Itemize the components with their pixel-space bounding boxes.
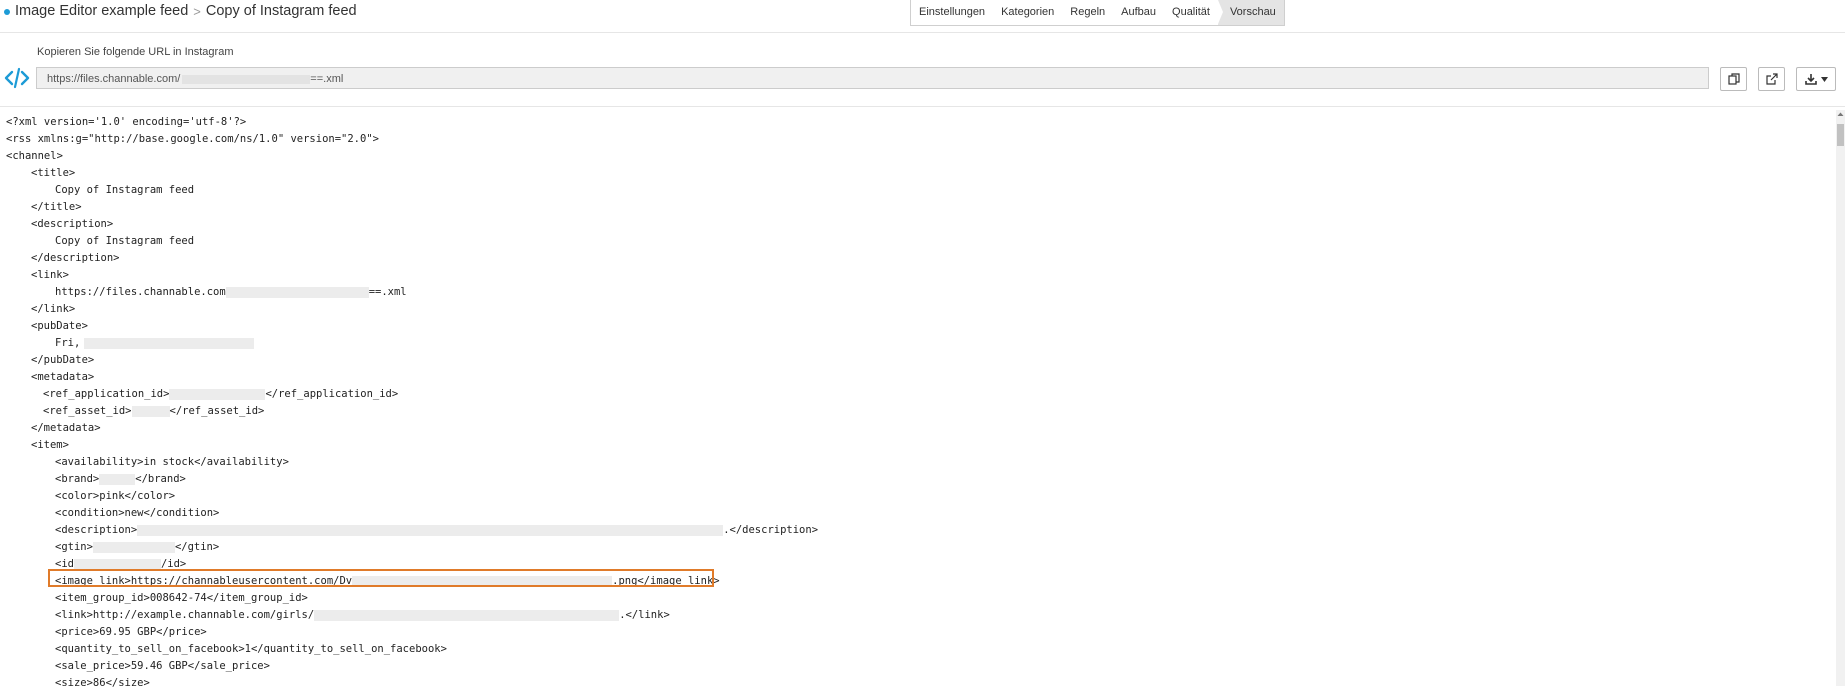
xml-line: <quantity_to_sell_on_facebook>1</quantit… [55,643,447,655]
xml-line: </metadata> [31,422,101,434]
xml-line: https://files.channable.com ==.xml [55,284,407,301]
step-kategorien[interactable]: Kategorien [993,0,1062,25]
chevron-right-icon: > [193,3,201,19]
breadcrumb-current: Copy of Instagram feed [205,3,357,19]
xml-line: </description> [31,252,120,264]
xml-text: <ref_asset_id> [43,405,132,417]
xml-line: <link>http://example.channable.com/girls… [55,607,670,624]
redacted-block [169,388,266,400]
code-icon [4,67,30,89]
step-qualitaet[interactable]: Qualität [1164,0,1223,25]
step-aufbau[interactable]: Aufbau [1113,0,1164,25]
xml-line: Copy of Instagram feed [55,235,195,247]
download-button[interactable] [1796,67,1836,91]
xml-text: <link>http://example.channable.com/girls… [55,609,315,621]
xml-text: ==.xml [368,286,407,298]
xml-text: </gtin> [174,541,220,553]
xml-text: .</description> [723,524,819,536]
open-url-button[interactable] [1758,67,1785,91]
xml-line: <metadata> [31,371,95,383]
redacted-block [99,473,136,485]
redacted-block [84,337,255,349]
external-link-icon [1765,73,1778,85]
scrollbar[interactable] [1836,110,1845,686]
status-dot-icon [4,8,10,15]
xml-line: <item_group_id>008642-74</item_group_id> [55,592,308,604]
divider [0,106,1845,107]
xml-line: Fri, [55,335,255,352]
redacted-block [225,286,369,298]
step-regeln[interactable]: Regeln [1062,0,1113,25]
xml-line: <?xml version='1.0' encoding='utf-8'?> [6,116,247,128]
xml-line: <availability>in stock</availability> [55,456,289,468]
xml-line: Copy of Instagram feed [55,184,195,196]
caret-down-icon [1820,76,1828,82]
xml-line: <rss xmlns:g="http://base.google.com/ns/… [6,133,379,145]
redacted-block [131,405,170,417]
breadcrumb: Image Editor example feed > Copy of Inst… [4,3,357,19]
xml-line: <description> .</description> [55,522,818,539]
xml-text: </ref_asset_id> [169,405,265,417]
xml-line: <condition>new</condition> [55,507,220,519]
redacted-block [182,74,311,84]
xml-text: <description> [55,524,138,536]
xml-line: <size>86</size> [55,677,150,689]
xml-line: <price>69.95 GBP</price> [55,626,207,638]
url-end: ==.xml [310,73,344,85]
step-einstellungen[interactable]: Einstellungen [911,0,993,25]
copy-url-button[interactable] [1720,67,1747,91]
xml-line: <description> [31,218,114,230]
download-icon [1804,74,1817,85]
xml-line: </link> [31,303,76,315]
xml-line: <title> [31,167,76,179]
xml-text: .</link> [619,609,670,621]
xml-line: <ref_asset_id> </ref_asset_id> [43,403,264,420]
xml-line: <link> [31,269,69,281]
redacted-block [73,558,161,570]
xml-text: <ref_application_id> [43,388,170,400]
xml-line: </title> [31,201,82,213]
url-start: https://files.channable.com/ [47,73,181,85]
redacted-block [137,524,724,536]
xml-line: </pubDate> [31,354,95,366]
scrollbar-thumb[interactable] [1837,124,1844,146]
xml-text: <gtin> [55,541,93,553]
xml-text: </ref_application_id> [265,388,399,400]
xml-line: <pubDate> [31,320,88,332]
xml-line: <brand> </brand> [55,471,186,488]
xml-text: https://files.channable.com [55,286,226,298]
breadcrumb-feed-link[interactable]: Image Editor example feed [15,3,188,19]
xml-text: <brand> [55,473,100,485]
top-header: Image Editor example feed > Copy of Inst… [0,0,1845,33]
xml-line: <channel> [6,150,63,162]
scroll-up-icon[interactable] [1836,110,1845,119]
xml-line: <item> [31,439,69,451]
xml-line: <gtin> </gtin> [55,539,219,556]
image-link-highlight [48,569,714,587]
xml-line: <color>pink</color> [55,490,176,502]
xml-line: <sale_price>59.46 GBP</sale_price> [55,660,270,672]
redacted-block [92,541,175,553]
wizard-steps: Einstellungen Kategorien Regeln Aufbau Q… [910,0,1285,26]
copy-icon [1727,73,1740,85]
xml-line: <ref_application_id> </ref_application_id… [43,386,398,403]
step-vorschau[interactable]: Vorschau [1217,0,1284,25]
xml-text: </brand> [135,473,186,485]
redacted-block [314,609,620,621]
xml-text: Fri, [55,337,81,349]
url-label: Kopieren Sie folgende URL in Instagram [37,46,234,58]
feed-url-field[interactable]: https://files.channable.com/ ==.xml [36,67,1709,89]
